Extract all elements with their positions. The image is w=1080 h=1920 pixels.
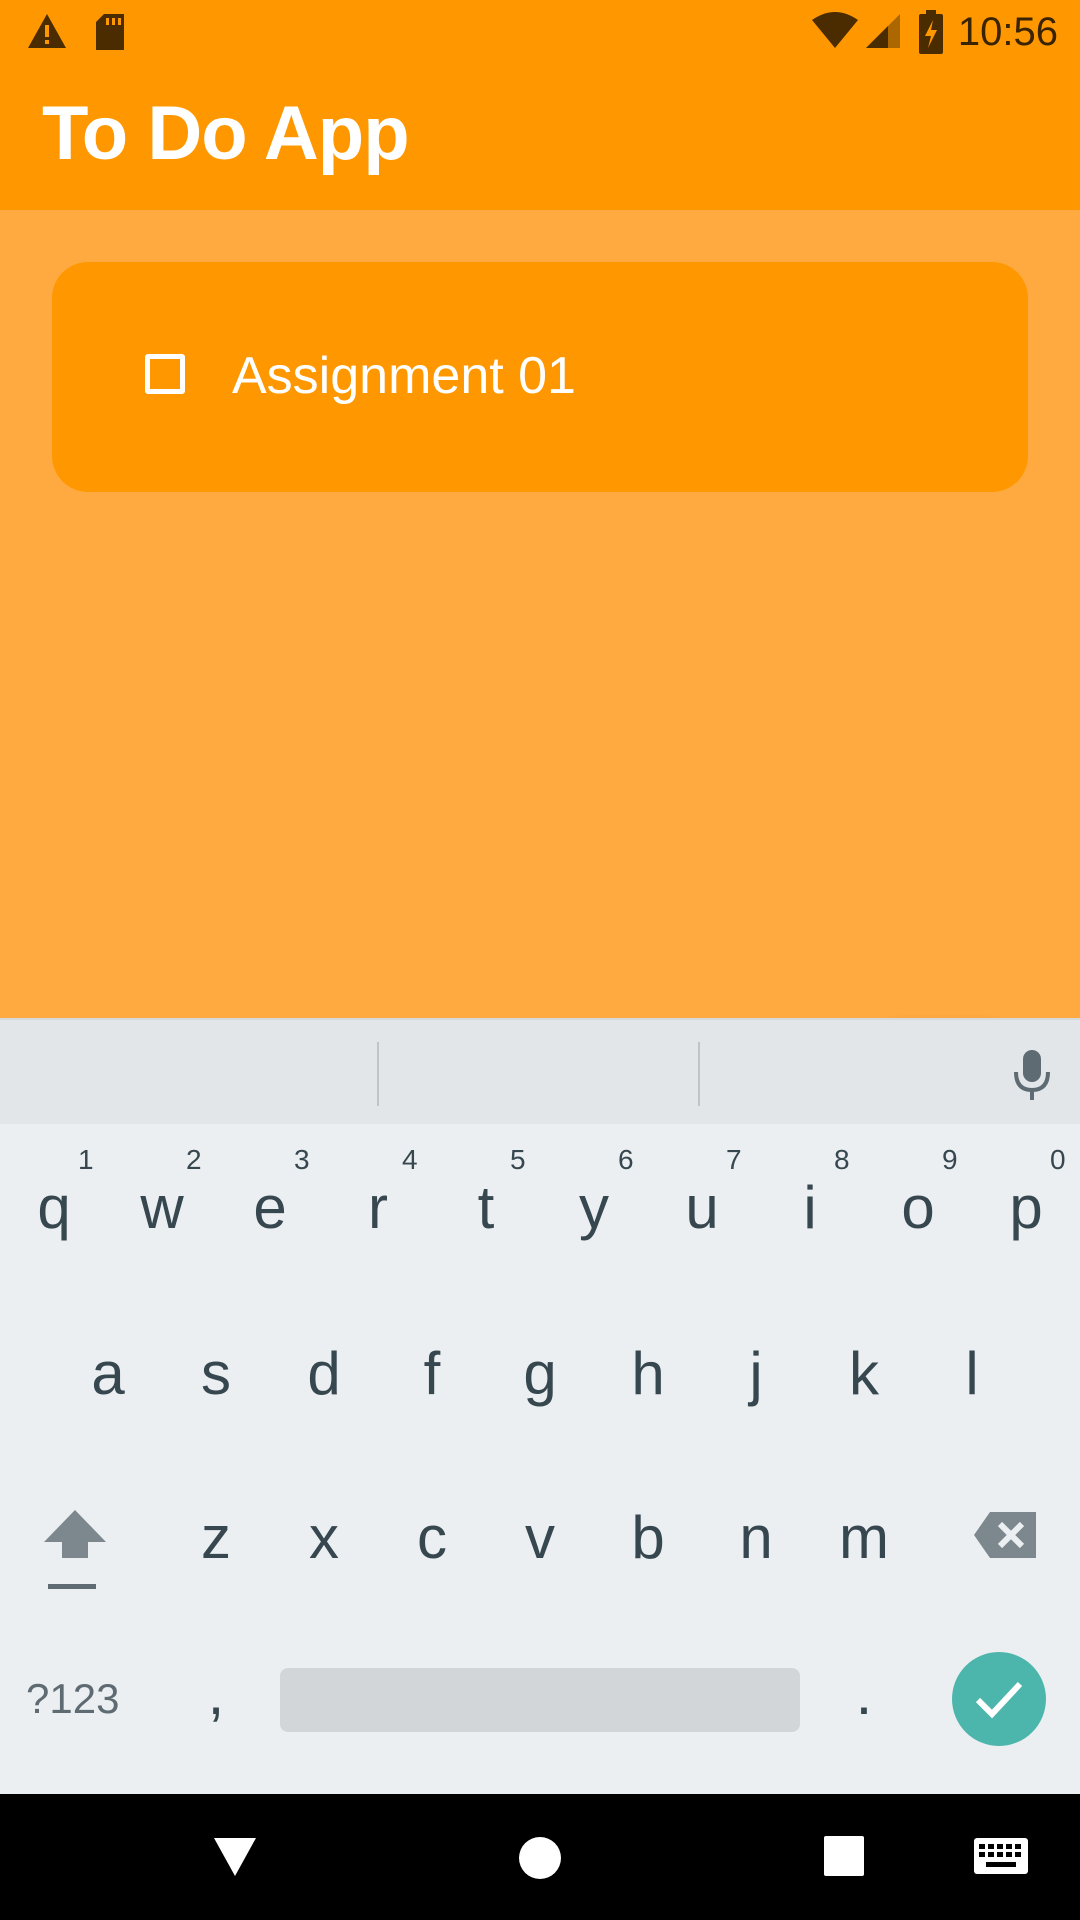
- key-o[interactable]: o: [868, 1178, 968, 1238]
- shift-icon[interactable]: [42, 1508, 108, 1594]
- app-title: To Do App: [42, 91, 410, 176]
- wifi-icon: [812, 12, 858, 48]
- key-hint-4: 4: [402, 1144, 418, 1175]
- task-checkbox[interactable]: [145, 354, 185, 394]
- key-j[interactable]: j: [706, 1344, 806, 1404]
- key-comma[interactable]: ,: [166, 1664, 266, 1724]
- key-v[interactable]: v: [490, 1508, 590, 1568]
- key-hint-1: 1: [78, 1144, 94, 1175]
- soft-keyboard: q w e r t y u i o p 1 2 3 4 5 6 7 8 9 0 …: [0, 1018, 1080, 1794]
- key-z[interactable]: z: [166, 1508, 266, 1568]
- key-hint-8: 8: [834, 1144, 850, 1175]
- status-time: 10:56: [957, 10, 1058, 54]
- task-item[interactable]: Assignment 01: [52, 262, 1028, 492]
- key-hint-5: 5: [510, 1144, 526, 1175]
- key-m[interactable]: m: [814, 1508, 914, 1568]
- key-c[interactable]: c: [382, 1508, 482, 1568]
- suggestion-divider: [698, 1042, 700, 1106]
- key-f[interactable]: f: [382, 1344, 482, 1404]
- navigation-bar: [0, 1794, 1080, 1920]
- key-hint-0: 0: [1050, 1144, 1066, 1175]
- symbols-key[interactable]: ?123: [26, 1678, 119, 1720]
- backspace-icon[interactable]: [972, 1510, 1038, 1560]
- status-bar: 10:56: [0, 0, 1080, 64]
- key-d[interactable]: d: [274, 1344, 374, 1404]
- battery-charging-icon: [919, 10, 943, 54]
- key-hint-3: 3: [294, 1144, 310, 1175]
- key-hint-6: 6: [618, 1144, 634, 1175]
- keyboard-icon[interactable]: [974, 1838, 1028, 1874]
- key-w[interactable]: w: [112, 1178, 212, 1238]
- key-a[interactable]: a: [58, 1344, 158, 1404]
- key-e[interactable]: e: [220, 1178, 320, 1238]
- key-s[interactable]: s: [166, 1344, 266, 1404]
- key-i[interactable]: i: [760, 1178, 860, 1238]
- suggestion-divider: [377, 1042, 379, 1106]
- key-h[interactable]: h: [598, 1344, 698, 1404]
- app-bar: To Do App: [0, 64, 1080, 210]
- key-p[interactable]: p: [976, 1178, 1076, 1238]
- key-l[interactable]: l: [922, 1344, 1022, 1404]
- warning-icon: [28, 14, 66, 48]
- key-hint-7: 7: [726, 1144, 742, 1175]
- key-r[interactable]: r: [328, 1178, 428, 1238]
- back-icon[interactable]: [212, 1836, 258, 1878]
- home-icon[interactable]: [518, 1836, 562, 1880]
- space-key[interactable]: [280, 1668, 800, 1732]
- sd-card-icon: [96, 14, 124, 50]
- key-period[interactable]: .: [814, 1664, 914, 1724]
- key-n[interactable]: n: [706, 1508, 806, 1568]
- key-b[interactable]: b: [598, 1508, 698, 1568]
- key-u[interactable]: u: [652, 1178, 752, 1238]
- key-y[interactable]: y: [544, 1178, 644, 1238]
- done-key[interactable]: [952, 1652, 1046, 1746]
- recents-icon[interactable]: [824, 1836, 864, 1876]
- key-hint-9: 9: [942, 1144, 958, 1175]
- key-x[interactable]: x: [274, 1508, 374, 1568]
- check-icon: [975, 1681, 1023, 1719]
- signal-icon: [866, 14, 900, 48]
- key-g[interactable]: g: [490, 1344, 590, 1404]
- key-hint-2: 2: [186, 1144, 202, 1175]
- mic-icon[interactable]: [1010, 1048, 1054, 1104]
- suggestion-strip: [0, 1018, 1080, 1124]
- task-label: Assignment 01: [232, 347, 576, 405]
- key-k[interactable]: k: [814, 1344, 914, 1404]
- task-list-area: Assignment 01: [0, 210, 1080, 1164]
- key-t[interactable]: t: [436, 1178, 536, 1238]
- key-q[interactable]: q: [4, 1178, 104, 1238]
